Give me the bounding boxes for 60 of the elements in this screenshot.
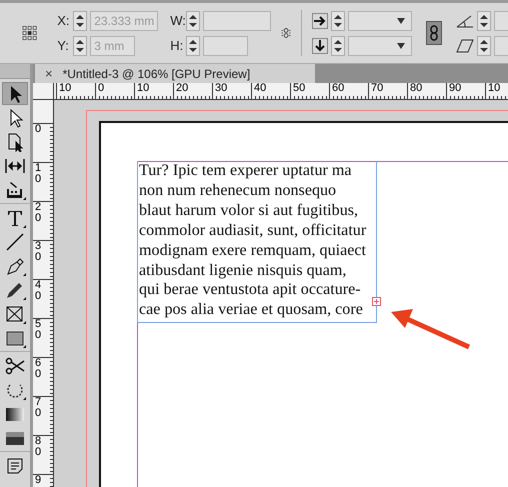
- arrow-icon: [391, 308, 471, 350]
- ruler-label: 60: [35, 358, 42, 380]
- tray-icon: [4, 180, 26, 200]
- body-text: Tur? Ipic tem experer uptatur ma non num rehenecum nonsequo blaut harum volor si aut fugitibus, commolor audiasit, sunt, officitatur modignam exere remquam, quiaect atibusdant ligenie nisquis quam, qui berae ventustota apit occature- cae pos alia veriae et quosam, core: [138, 161, 368, 320]
- ruler-label: 80: [35, 436, 42, 458]
- scissors-icon: [4, 356, 26, 376]
- caret-icon: [397, 42, 406, 48]
- close-button[interactable]: ×: [45, 66, 53, 81]
- stepper-icon[interactable]: [73, 10, 88, 30]
- ruler-label: 0: [98, 83, 104, 94]
- field-label: H:: [170, 38, 184, 53]
- document-title: *Untitled-3 @ 106% [GPU Preview]: [62, 66, 250, 80]
- angle-icon: [456, 14, 474, 28]
- ruler-label: 70: [35, 397, 42, 419]
- ruler-label: 80: [410, 83, 422, 94]
- ruler-label: 10: [488, 83, 500, 94]
- stepper-icon[interactable]: [331, 10, 346, 30]
- input-field[interactable]: [203, 36, 248, 56]
- ruler-label: 30: [215, 83, 228, 94]
- stepper-icon[interactable]: [73, 36, 88, 56]
- ruler-label: 10: [137, 83, 150, 94]
- ruler-label: 40: [35, 280, 42, 302]
- field-label: W:: [170, 13, 184, 28]
- ruler-label: 70: [371, 83, 384, 94]
- ruler-label: 50: [35, 319, 42, 341]
- link-icon[interactable]: [281, 25, 292, 41]
- ruler-label: 30: [35, 241, 42, 263]
- ruler-label: 50: [293, 83, 306, 94]
- document-tab[interactable]: × *Untitled-3 @ 106% [GPU Preview]: [35, 64, 315, 83]
- line-icon: [4, 232, 26, 252]
- stepper-icon[interactable]: [186, 36, 200, 56]
- stepper-icon[interactable]: [477, 10, 491, 30]
- ruler-label: 40: [254, 83, 266, 94]
- input-field[interactable]: [494, 36, 508, 56]
- overset-text-icon[interactable]: [372, 297, 381, 306]
- ruler-label: 90: [449, 83, 462, 94]
- stroke-position-icon[interactable]: [312, 12, 328, 28]
- selection-tool[interactable]: [2, 82, 28, 105]
- pen-icon: [4, 256, 26, 276]
- constrain-button[interactable]: [426, 21, 442, 45]
- field-label: X:: [57, 13, 70, 28]
- stepper-icon[interactable]: [477, 36, 491, 56]
- ruler-label: 20: [35, 202, 42, 224]
- ruler-label: 10: [35, 163, 42, 185]
- ruler-label: 20: [176, 83, 188, 94]
- ruler-label: 60: [332, 83, 344, 94]
- ruler-label: 0: [35, 124, 42, 135]
- panel-grip[interactable]: [0, 64, 30, 79]
- stroke-position-icon[interactable]: [312, 38, 328, 54]
- shear-icon: [456, 38, 474, 52]
- input-field[interactable]: [494, 10, 508, 30]
- caret-icon: [397, 18, 406, 24]
- input-field[interactable]: [203, 10, 272, 30]
- ruler-label: 9: [35, 475, 42, 486]
- stepper-icon[interactable]: [331, 36, 346, 56]
- ruler-label: 10: [59, 83, 72, 94]
- crossed-frame-icon: [4, 304, 26, 324]
- field-label: Y:: [57, 38, 70, 53]
- chain-icon: [429, 25, 440, 41]
- stepper-icon[interactable]: [186, 10, 200, 30]
